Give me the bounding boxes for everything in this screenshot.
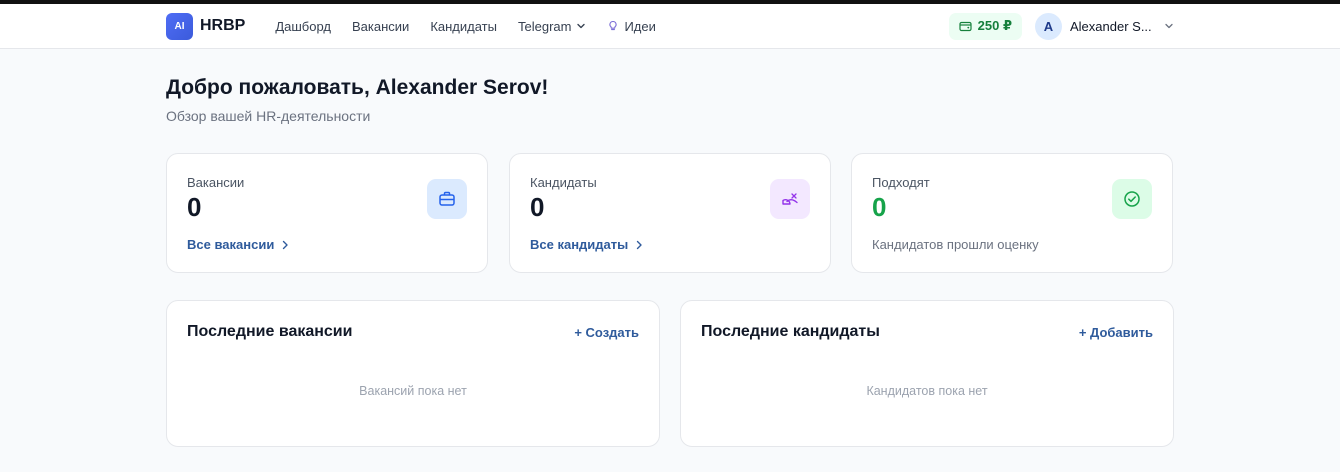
top-navbar: AI HRBP Дашборд Вакансии Кандидаты Teleg… (0, 4, 1340, 49)
logo-badge[interactable]: AI (166, 12, 193, 40)
create-vacancy-button[interactable]: + Создать (574, 325, 639, 340)
stat-matching-note: Кандидатов прошли оценку (872, 237, 1039, 252)
all-vacancies-label: Все вакансии (187, 237, 275, 252)
stat-card-candidates: Кандидаты 0 Все кандидаты (509, 153, 831, 273)
stat-vacancies-label: Вакансии (187, 175, 245, 190)
logo-text[interactable]: HRBP (200, 17, 245, 35)
stat-card-matching: Подходят 0 Кандидатов прошли оценку (851, 153, 1173, 273)
chevron-right-icon (637, 240, 642, 249)
chevron-down-icon (1165, 23, 1173, 29)
wallet-icon (959, 21, 972, 31)
briefcase-icon (427, 179, 467, 219)
stat-vacancies-value: 0 (187, 192, 202, 222)
user-name: Alexander S... (1070, 18, 1152, 34)
nav-candidates-label: Кандидаты (430, 18, 497, 34)
recent-candidates-empty: Кандидатов пока нет (866, 384, 988, 398)
all-candidates-link[interactable]: Все кандидаты (530, 237, 643, 252)
all-candidates-label: Все кандидаты (530, 237, 629, 252)
main-nav: Дашборд Вакансии Кандидаты Telegram Идеи (275, 19, 656, 34)
balance-badge[interactable]: 250 ₽ (948, 12, 1022, 40)
lightbulb-icon (609, 20, 618, 31)
nav-vacancies-label: Вакансии (352, 18, 410, 34)
recent-vacancies-panel: Последние вакансии + Создать Вакансий по… (166, 300, 660, 447)
chevron-right-icon (283, 240, 289, 249)
all-vacancies-link[interactable]: Все вакансии (187, 237, 289, 252)
nav-ideas[interactable]: Идеи (607, 18, 656, 34)
user-menu[interactable]: A Alexander S... (1035, 12, 1174, 40)
nav-candidates[interactable]: Кандидаты (430, 19, 497, 34)
avatar: A (1035, 12, 1062, 40)
nav-dashboard-label: Дашборд (275, 18, 331, 34)
hand-candidate-icon (770, 179, 810, 219)
stat-candidates-value: 0 (530, 192, 545, 222)
nav-telegram-dropdown[interactable]: Telegram (518, 19, 586, 34)
stat-card-vacancies: Вакансии 0 Все вакансии (166, 153, 488, 273)
navbar-inner: AI HRBP Дашборд Вакансии Кандидаты Teleg… (166, 4, 1174, 48)
stat-matching-value: 0 (872, 192, 887, 222)
add-candidate-button[interactable]: + Добавить (1079, 325, 1153, 340)
recent-candidates-panel: Последние кандидаты + Добавить Кандидато… (680, 300, 1174, 447)
recent-candidates-title: Последние кандидаты (701, 323, 880, 340)
nav-telegram-label: Telegram (517, 18, 572, 34)
stat-matching-label: Подходят (872, 175, 930, 190)
stat-candidates-label: Кандидаты (530, 175, 597, 190)
navbar-right: 250 ₽ A Alexander S... (948, 12, 1174, 40)
page-title: Добро пожаловать, Alexander Serov! (166, 76, 549, 99)
nav-dashboard[interactable]: Дашборд (275, 19, 331, 34)
page-subtitle: Обзор вашей HR-деятельности (166, 108, 371, 124)
recent-vacancies-empty: Вакансий пока нет (359, 384, 467, 398)
nav-ideas-label: Идеи (624, 18, 656, 34)
balance-amount: 250 ₽ (977, 18, 1012, 33)
chevron-down-icon (577, 23, 586, 29)
check-circle-icon (1112, 179, 1152, 219)
nav-vacancies[interactable]: Вакансии (352, 19, 409, 34)
recent-vacancies-title: Последние вакансии (187, 323, 353, 340)
